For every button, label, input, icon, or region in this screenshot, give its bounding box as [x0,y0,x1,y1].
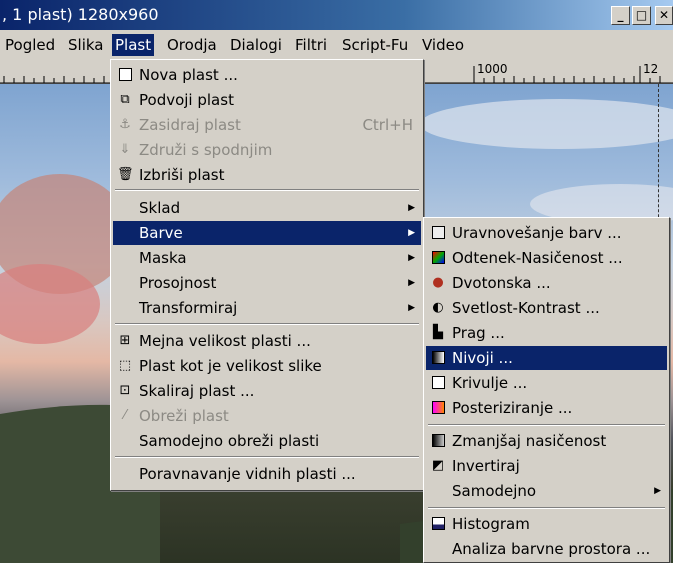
menu-item-podvoji-plast[interactable]: ⧉ Podvoji plast [113,88,421,112]
menu-slika[interactable]: Slika [65,34,106,56]
menu-item-svetlost-kontrast[interactable]: ◐ Svetlost-Kontrast ... [426,296,667,320]
menu-item-zdruzi-s-spodnjim[interactable]: ⇓ Združi s spodnjim [113,138,421,162]
menu-item-analiza-barvne-prostora[interactable]: Analiza barvne prostora ... [426,537,667,561]
menu-item-samodejno-obrezi[interactable]: Samodejno obreži plasti [113,429,421,453]
menu-item-transformiraj[interactable]: Transformiraj ▶ [113,296,421,320]
menu-item-zasidraj-plast[interactable]: ⚓ Zasidraj plast Ctrl+H [113,113,421,137]
menu-separator [428,507,665,509]
crop-icon: ⁄ [123,408,127,423]
merge-down-icon: ⇓ [119,142,131,157]
submenu-arrow-icon: ▶ [408,203,415,213]
shortcut-label: Ctrl+H [362,116,413,134]
menu-item-krivulje[interactable]: Krivulje ... [426,371,667,395]
menu-item-odtenek-nasicenost[interactable]: Odtenek-Nasičenost ... [426,246,667,270]
close-button[interactable]: ✕ [655,6,673,25]
menu-script-fu[interactable]: Script-Fu [339,34,411,56]
menu-separator [115,323,419,325]
menu-video[interactable]: Video [419,34,467,56]
menu-item-dvotonska[interactable]: ● Dvotonska ... [426,271,667,295]
color-balance-icon [430,225,446,241]
menu-separator [115,456,419,458]
menu-item-barve[interactable]: Barve ▶ [113,221,421,245]
menu-item-poravnavanje[interactable]: Poravnavanje vidnih plasti ... [113,462,421,486]
menu-item-uravnovesanje-barv[interactable]: Uravnovešanje barv ... [426,221,667,245]
histogram-icon [430,516,446,532]
maximize-icon: □ [635,8,648,22]
scale-layer-icon: ⊡ [119,383,131,398]
ruler-label-1000: 1000 [477,62,508,76]
menu-item-invertiraj[interactable]: ◩ Invertiraj [426,454,667,478]
menu-plast[interactable]: Plast [112,34,155,56]
barve-submenu: Uravnovešanje barv ... Odtenek-Nasičenos… [423,217,670,563]
posterize-icon [430,400,446,416]
menu-item-prosojnost[interactable]: Prosojnost ▶ [113,271,421,295]
desaturate-icon [430,433,446,449]
menu-filtri[interactable]: Filtri [292,34,330,56]
menu-bar: Pogled Slika Plast Orodja Dialogi Filtri… [0,30,673,60]
submenu-arrow-icon: ▶ [408,278,415,288]
hue-saturation-icon [430,250,446,266]
plast-menu: Nova plast ... ⧉ Podvoji plast ⚓ Zasidra… [110,59,424,491]
new-layer-icon [117,67,133,83]
menu-orodja[interactable]: Orodja [164,34,220,56]
menu-item-histogram[interactable]: Histogram [426,512,667,536]
minimize-icon: _ [617,8,624,22]
maximize-button[interactable]: □ [632,6,651,25]
menu-item-zmanjsaj-nasicenost[interactable]: Zmanjšaj nasičenost [426,429,667,453]
menu-item-nova-plast[interactable]: Nova plast ... [113,63,421,87]
ruler-label-12: 12 [643,62,659,76]
window-title: , 1 plast) 1280x960 [2,5,159,24]
menu-item-samodejno[interactable]: Samodejno ▶ [426,479,667,503]
minimize-button[interactable]: _ [611,6,630,25]
anchor-icon: ⚓ [119,117,131,132]
threshold-icon: ▙ [433,325,443,340]
title-bar: , 1 plast) 1280x960 _ □ ✕ [0,0,673,30]
menu-item-mejna-velikost-plasti[interactable]: ⊞ Mejna velikost plasti ... [113,329,421,353]
menu-dialogi[interactable]: Dialogi [227,34,285,56]
duplicate-layer-icon: ⧉ [120,92,130,107]
menu-item-skaliraj-plast[interactable]: ⊡ Skaliraj plast ... [113,379,421,403]
menu-item-prag[interactable]: ▙ Prag ... [426,321,667,345]
menu-item-nivoji[interactable]: Nivoji ... [426,346,667,370]
submenu-arrow-icon: ▶ [654,486,661,496]
menu-separator [115,189,419,191]
menu-item-maska[interactable]: Maska ▶ [113,246,421,270]
layer-to-image-size-icon: ⬚ [118,358,132,373]
menu-pogled[interactable]: Pogled [2,34,58,56]
submenu-arrow-icon: ▶ [408,303,415,313]
menu-separator [428,424,665,426]
menu-item-sklad[interactable]: Sklad ▶ [113,196,421,220]
delete-layer-icon: 🗑 [117,167,134,182]
menu-item-plast-kot-velikost-slike[interactable]: ⬚ Plast kot je velikost slike [113,354,421,378]
submenu-arrow-icon: ▶ [408,228,415,238]
submenu-arrow-icon: ▶ [408,253,415,263]
colorize-icon: ● [432,275,444,290]
menu-item-obrezi-plast[interactable]: ⁄ Obreži plast [113,404,421,428]
levels-icon [430,350,446,366]
invert-icon: ◩ [431,458,445,473]
layer-boundary-icon: ⊞ [119,333,131,348]
brightness-contrast-icon: ◐ [432,300,444,315]
menu-item-posteriziranje[interactable]: Posteriziranje ... [426,396,667,420]
close-icon: ✕ [658,8,670,22]
menu-item-izbrisi-plast[interactable]: 🗑 Izbriši plast [113,163,421,187]
curves-icon [430,375,446,391]
